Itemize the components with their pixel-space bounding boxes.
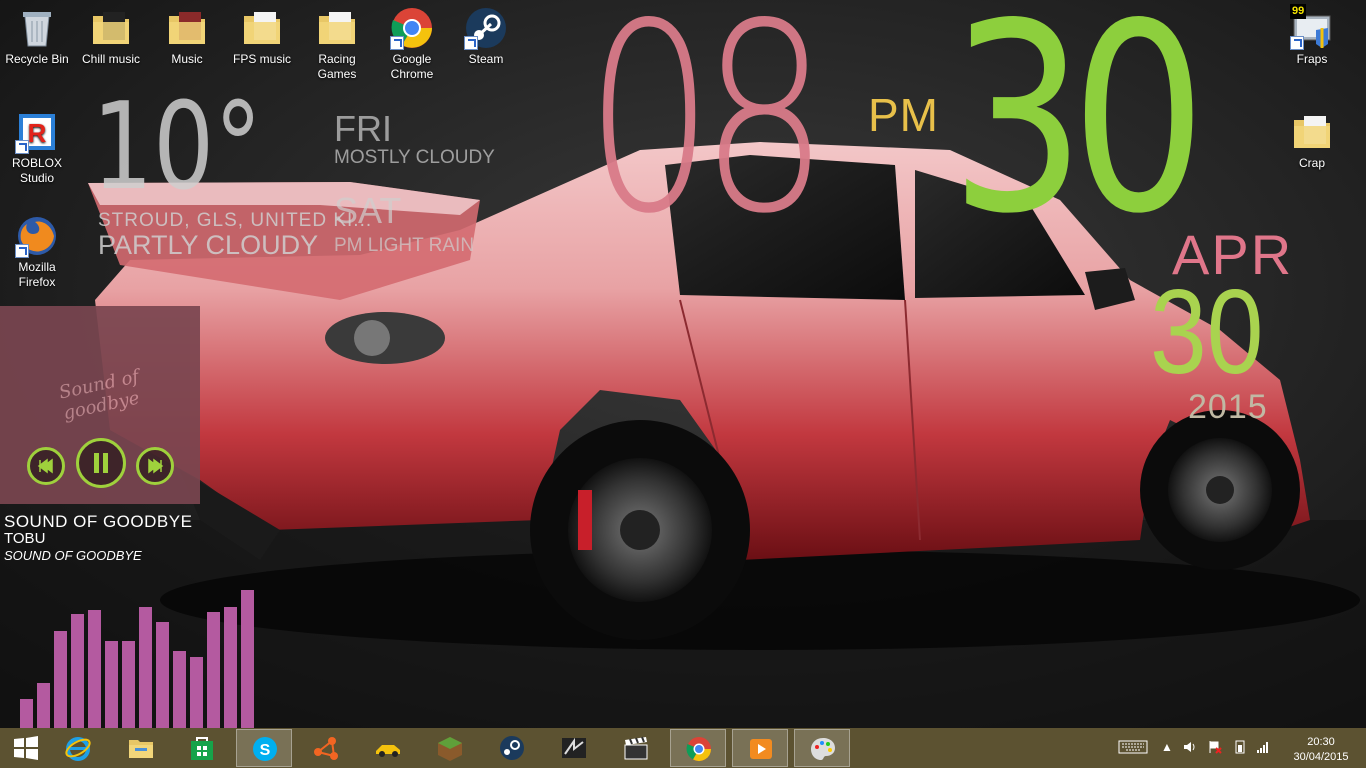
clock-minute: 30 <box>950 0 1207 271</box>
recycle-bin-icon <box>15 6 59 50</box>
folder-icon <box>240 6 284 50</box>
track-artist: TOBU <box>4 530 46 547</box>
taskbar-button-racing-car[interactable] <box>360 729 416 767</box>
taskbar-button-paint[interactable] <box>794 729 850 767</box>
visualizer-bar <box>88 610 101 728</box>
chrome-icon <box>390 6 434 50</box>
forecast-condition-2: PM LIGHT RAIN <box>334 235 475 256</box>
weather-location: STROUD, GLS, UNITED KI... <box>98 210 373 231</box>
album-art-text: Sound of goodbye <box>57 366 142 425</box>
desktop-icon-label: FPS music <box>232 52 291 66</box>
date-year: 2015 <box>1188 388 1268 426</box>
desktop-icon-label: Chill music <box>81 52 140 66</box>
volume-icon[interactable] <box>1183 740 1197 754</box>
shortcut-arrow-icon <box>15 140 29 154</box>
forecast-day-1: FRI <box>334 108 392 149</box>
visualizer-bar <box>156 622 169 728</box>
weather-condition: PARTLY CLOUDY <box>98 230 319 260</box>
clock-ampm: PM <box>868 89 939 141</box>
skip-forward-icon <box>148 458 164 474</box>
visualizer-bar <box>241 590 254 728</box>
desktop-icon-steam[interactable]: Steam <box>449 0 523 67</box>
show-hidden-icons-chevron-icon[interactable]: ▲ <box>1160 740 1174 754</box>
shortcut-arrow-icon <box>15 244 29 258</box>
folder-icon <box>89 6 133 50</box>
svg-text:R: R <box>28 118 47 148</box>
action-center-flag-icon[interactable] <box>1208 740 1222 754</box>
desktop-icon-label: Recycle Bin <box>5 52 69 66</box>
pause-button[interactable] <box>76 438 126 488</box>
shortcut-arrow-icon <box>464 36 478 50</box>
desktop-icon-mozilla-firefox[interactable]: Mozilla Firefox <box>0 208 74 290</box>
visualizer-bar <box>54 631 67 728</box>
visualizer-bar <box>190 657 203 728</box>
forecast-day-2: SAT <box>334 190 402 231</box>
svg-text:S: S <box>260 742 271 759</box>
folder-icon <box>1290 110 1334 154</box>
desktop-icon-roblox-studio[interactable]: R ROBLOX Studio <box>0 104 74 186</box>
taskbar-button-origin-share[interactable] <box>298 729 354 767</box>
start-button[interactable] <box>0 729 54 767</box>
visualizer-bar <box>173 651 186 728</box>
steam-icon <box>464 6 508 50</box>
folder-icon <box>315 6 359 50</box>
tray-clock-time[interactable]: 20:30 <box>1290 735 1352 749</box>
date-day: 30 <box>1150 265 1264 399</box>
shortcut-arrow-icon <box>1290 36 1304 50</box>
taskbar-button-minecraft[interactable] <box>422 729 478 767</box>
firefox-icon <box>15 214 59 258</box>
desktop-icon-google-chrome[interactable]: Google Chrome <box>375 0 449 82</box>
desktop-icon-recycle-bin[interactable]: Recycle Bin <box>0 0 74 67</box>
touch-keyboard-icon[interactable] <box>1118 740 1148 754</box>
desktop-icon-label: ROBLOX Studio <box>11 156 62 185</box>
visualizer-bar <box>122 641 135 728</box>
taskbar-button-skype[interactable]: S <box>236 729 292 767</box>
visualizer-bar <box>224 607 237 728</box>
taskbar-button-video-clapper[interactable] <box>608 729 664 767</box>
pause-icon <box>94 453 108 473</box>
weather-temperature: 10° <box>92 78 263 217</box>
visualizer-bar <box>71 614 84 728</box>
desktop-icon-label: Crap <box>1298 156 1325 170</box>
taskbar-button-chrome[interactable] <box>670 729 726 767</box>
desktop-icon-racing-games[interactable]: Racing Games <box>300 0 374 82</box>
desktop-icon-chill-music[interactable]: Chill music <box>74 0 148 67</box>
desktop-icon-fraps[interactable]: 99 Fraps <box>1275 0 1349 67</box>
desktop-icon-music[interactable]: Music <box>150 0 224 67</box>
desktop-icon-label: Steam <box>468 52 504 66</box>
next-track-button[interactable] <box>136 447 174 485</box>
taskbar-button-media-player[interactable] <box>732 729 788 767</box>
visualizer-bar <box>207 612 220 728</box>
tray-clock-date[interactable]: 30/04/2015 <box>1290 750 1352 764</box>
desktop-icon-label: Music <box>171 52 203 66</box>
taskbar-button-steam[interactable] <box>484 729 540 767</box>
roblox-studio-icon: R <box>15 110 59 154</box>
desktop-icon-label: Google Chrome <box>390 52 434 81</box>
skip-back-icon <box>37 458 53 474</box>
shortcut-arrow-icon <box>390 36 404 50</box>
taskbar-button-file-explorer[interactable] <box>113 729 169 767</box>
clock-hour: 08 <box>585 0 829 271</box>
visualizer-bar <box>139 607 152 728</box>
folder-icon <box>165 6 209 50</box>
desktop-icon-label: Racing Games <box>317 52 357 81</box>
fraps-icon: 99 <box>1290 4 1334 50</box>
desktop-icon-fps-music[interactable]: FPS music <box>225 0 299 67</box>
visualizer-bar <box>37 683 50 728</box>
taskbar-button-windows-store[interactable] <box>174 729 230 767</box>
desktop-icon-label: Mozilla Firefox <box>18 260 56 289</box>
desktop-icon-crap[interactable]: Crap <box>1275 104 1349 171</box>
fraps-counter-badge: 99 <box>1290 4 1307 19</box>
power-battery-icon[interactable] <box>1233 740 1247 754</box>
visualizer-bar <box>20 699 33 728</box>
audio-visualizer <box>20 590 254 728</box>
taskbar-button-internet-explorer[interactable] <box>50 729 106 767</box>
track-title: SOUND OF GOODBYE <box>4 512 193 531</box>
desktop-icon-label: Fraps <box>1296 52 1328 66</box>
taskbar-button-need-for-speed[interactable] <box>546 729 602 767</box>
network-signal-icon[interactable] <box>1256 740 1270 754</box>
forecast-condition-1: MOSTLY CLOUDY <box>334 147 495 168</box>
visualizer-bar <box>105 641 118 728</box>
previous-track-button[interactable] <box>27 447 65 485</box>
